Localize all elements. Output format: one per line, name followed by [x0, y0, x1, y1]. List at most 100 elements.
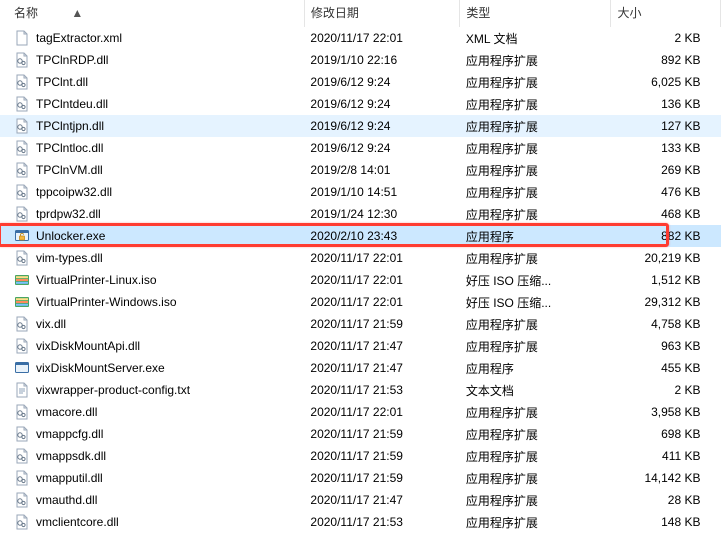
file-date-label: 2019/6/12 9:24 — [304, 115, 459, 137]
dll-icon — [14, 184, 30, 200]
file-type-label: 应用程序扩展 — [460, 445, 611, 467]
file-size-label: 476 KB — [611, 181, 721, 203]
table-row[interactable]: tagExtractor.xml2020/11/17 22:01XML 文档2 … — [0, 27, 721, 49]
file-type-label: 应用程序扩展 — [460, 93, 611, 115]
file-name-label: VirtualPrinter-Windows.iso — [36, 295, 177, 309]
file-size-label: 455 KB — [611, 357, 721, 379]
table-row[interactable]: VirtualPrinter-Windows.iso2020/11/17 22:… — [0, 291, 721, 313]
table-row[interactable]: TPClnt.dll 2019/6/12 9:24应用程序扩展6,025 KB — [0, 71, 721, 93]
file-type-label: 应用程序 — [460, 357, 611, 379]
table-row[interactable]: tprdpw32.dll2019/1/24 12:30应用程序扩展468 KB — [0, 203, 721, 225]
file-size-label: 2 KB — [611, 27, 721, 49]
file-type-label: 应用程序扩展 — [460, 137, 611, 159]
file-type-label: 应用程序扩展 — [460, 423, 611, 445]
table-row[interactable]: vim-types.dll2020/11/17 22:01应用程序扩展20,21… — [0, 247, 721, 269]
file-date-label: 2020/11/17 21:59 — [304, 423, 459, 445]
file-name-label: TPClnt.dll — [36, 75, 88, 89]
file-type-label: 应用程序扩展 — [460, 489, 611, 511]
file-size-label: 698 KB — [611, 423, 721, 445]
file-type-label: 好压 ISO 压缩... — [460, 291, 611, 313]
iso-icon — [14, 294, 30, 310]
file-type-label: 应用程序扩展 — [460, 335, 611, 357]
table-row[interactable]: vmauthd.dll2020/11/17 21:47应用程序扩展28 KB — [0, 489, 721, 511]
xml-icon — [14, 30, 30, 46]
file-type-label: 应用程序 — [460, 225, 611, 247]
table-row[interactable]: VirtualPrinter-Linux.iso2020/11/17 22:01… — [0, 269, 721, 291]
file-date-label: 2020/11/17 22:01 — [304, 401, 459, 423]
file-date-label: 2020/11/17 21:59 — [304, 467, 459, 489]
file-name-label: vim-types.dll — [36, 251, 103, 265]
file-type-label: 应用程序扩展 — [460, 401, 611, 423]
dll-icon — [14, 74, 30, 90]
file-size-label: 963 KB — [611, 335, 721, 357]
exe-unlock-icon — [14, 228, 30, 244]
file-size-label: 3,958 KB — [611, 401, 721, 423]
table-row[interactable]: tppcoipw32.dll2019/1/10 14:51应用程序扩展476 K… — [0, 181, 721, 203]
file-date-label: 2020/11/17 21:53 — [304, 379, 459, 401]
table-row[interactable]: TPClntjpn.dll2019/6/12 9:24应用程序扩展127 KB — [0, 115, 721, 137]
dll-icon — [14, 52, 30, 68]
table-row[interactable]: vmapputil.dll2020/11/17 21:59应用程序扩展14,14… — [0, 467, 721, 489]
table-row[interactable]: vix.dll2020/11/17 21:59应用程序扩展4,758 KB — [0, 313, 721, 335]
file-size-label: 892 KB — [611, 49, 721, 71]
dll-icon — [14, 162, 30, 178]
file-type-label: 应用程序扩展 — [460, 159, 611, 181]
file-type-label: 应用程序扩展 — [460, 247, 611, 269]
file-size-label: 4,758 KB — [611, 313, 721, 335]
column-header-type[interactable]: 类型 — [460, 0, 611, 27]
file-date-label: 2019/6/12 9:24 — [304, 71, 459, 93]
file-type-label: 应用程序扩展 — [460, 203, 611, 225]
file-date-label: 2020/11/17 22:01 — [304, 27, 459, 49]
file-size-label: 411 KB — [611, 445, 721, 467]
file-list-table: 名称 ▲ 修改日期 类型 大小 tagExtractor.xml 2020/11/… — [0, 0, 721, 533]
dll-icon — [14, 250, 30, 266]
column-header-name[interactable]: 名称 ▲ — [0, 0, 304, 27]
file-name-label: tppcoipw32.dll — [36, 185, 112, 199]
file-date-label: 2020/11/17 22:01 — [304, 247, 459, 269]
table-row[interactable]: vixwrapper-product-config.txt 2020/11/17 … — [0, 379, 721, 401]
file-type-label: 应用程序扩展 — [460, 71, 611, 93]
dll-icon — [14, 404, 30, 420]
file-size-label: 136 KB — [611, 93, 721, 115]
table-row[interactable]: vmclientcore.dll2020/11/17 21:53应用程序扩展14… — [0, 511, 721, 533]
table-row[interactable]: TPClnVM.dll2019/2/8 14:01应用程序扩展269 KB — [0, 159, 721, 181]
dll-icon — [14, 118, 30, 134]
file-name-label: TPClntloc.dll — [36, 141, 103, 155]
table-row[interactable]: vixDiskMountServer.exe2020/11/17 21:47应用… — [0, 357, 721, 379]
file-name-label: vmauthd.dll — [36, 493, 97, 507]
file-size-label: 6,025 KB — [611, 71, 721, 93]
table-row[interactable]: TPClntdeu.dll2019/6/12 9:24应用程序扩展136 KB — [0, 93, 721, 115]
dll-icon — [14, 470, 30, 486]
table-row[interactable]: vmappcfg.dll 2020/11/17 21:59应用程序扩展698 KB — [0, 423, 721, 445]
column-header-row: 名称 ▲ 修改日期 类型 大小 — [0, 0, 721, 27]
dll-icon — [14, 140, 30, 156]
file-name-label: vmappcfg.dll — [36, 427, 103, 441]
dll-icon — [14, 316, 30, 332]
file-type-label: 应用程序扩展 — [460, 467, 611, 489]
file-name-label: vmappsdk.dll — [36, 449, 106, 463]
file-type-label: 文本文档 — [460, 379, 611, 401]
file-size-label: 133 KB — [611, 137, 721, 159]
file-size-label: 148 KB — [611, 511, 721, 533]
column-header-date[interactable]: 修改日期 — [304, 0, 459, 27]
table-row[interactable]: TPClnRDP.dll2019/1/10 22:16应用程序扩展892 KB — [0, 49, 721, 71]
file-name-label: vix.dll — [36, 317, 66, 331]
file-name-label: tagExtractor.xml — [36, 31, 122, 45]
column-header-size[interactable]: 大小 — [611, 0, 721, 27]
file-date-label: 2020/11/17 21:47 — [304, 489, 459, 511]
file-date-label: 2020/11/17 21:47 — [304, 357, 459, 379]
file-name-label: vixwrapper-product-config.txt — [36, 383, 190, 397]
table-row[interactable]: Unlocker.exe2020/2/10 23:43应用程序882 KB — [0, 225, 721, 247]
file-type-label: 应用程序扩展 — [460, 49, 611, 71]
file-name-label: tprdpw32.dll — [36, 207, 101, 221]
dll-icon — [14, 96, 30, 112]
file-type-label: 好压 ISO 压缩... — [460, 269, 611, 291]
table-row[interactable]: vmappsdk.dll2020/11/17 21:59应用程序扩展411 KB — [0, 445, 721, 467]
table-row[interactable]: vixDiskMountApi.dll 2020/11/17 21:47应用程序扩… — [0, 335, 721, 357]
table-row[interactable]: TPClntloc.dll2019/6/12 9:24应用程序扩展133 KB — [0, 137, 721, 159]
exe-icon — [14, 360, 30, 376]
file-name-label: TPClnRDP.dll — [36, 53, 108, 67]
table-row[interactable]: vmacore.dll2020/11/17 22:01应用程序扩展3,958 K… — [0, 401, 721, 423]
file-name-label: vixDiskMountApi.dll — [36, 339, 140, 353]
file-date-label: 2020/11/17 21:47 — [304, 335, 459, 357]
